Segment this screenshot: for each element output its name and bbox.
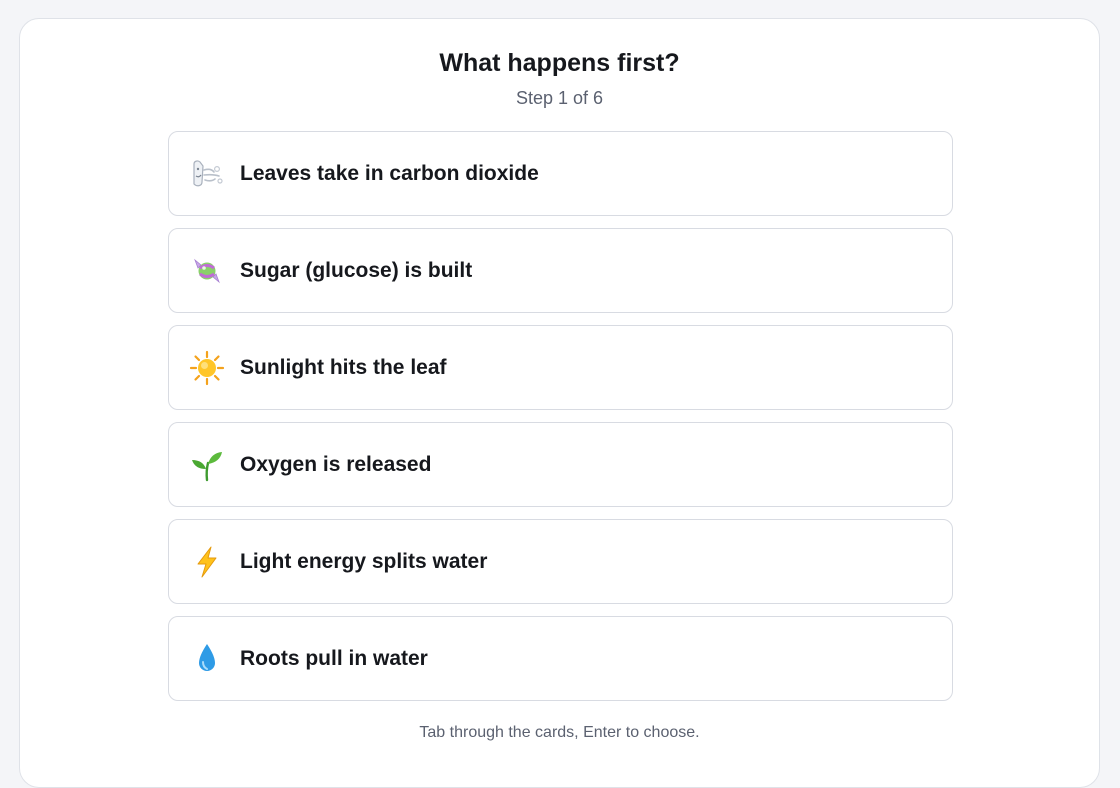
wind-face-icon (189, 156, 225, 192)
answer-card-label: Light energy splits water (240, 550, 488, 573)
question-title-emphasis: first? (617, 49, 680, 77)
lightning-bolt-icon (189, 544, 225, 580)
sun-icon (189, 350, 225, 386)
answer-card-label: Sunlight hits the leaf (240, 356, 447, 379)
question-title: What happens first? (20, 47, 1099, 79)
answer-card-carbon-dioxide[interactable]: Leaves take in carbon dioxide (168, 131, 953, 216)
answer-card-roots[interactable]: Roots pull in water (168, 616, 953, 701)
candy-icon (189, 253, 225, 289)
question-panel: What happens first? Step 1 of 6 Leaves t… (19, 18, 1100, 788)
answer-card-light-energy[interactable]: Light energy splits water (168, 519, 953, 604)
answer-card-label: Leaves take in carbon dioxide (240, 162, 539, 185)
answer-card-label: Roots pull in water (240, 647, 428, 670)
keyboard-hint: Tab through the cards, Enter to choose. (419, 724, 700, 741)
answer-card-label: Sugar (glucose) is built (240, 259, 473, 282)
seedling-icon (189, 447, 225, 483)
answer-card-sugar[interactable]: Sugar (glucose) is built (168, 228, 953, 313)
water-droplet-icon (189, 641, 225, 677)
answer-card-sunlight[interactable]: Sunlight hits the leaf (168, 325, 953, 410)
step-indicator: Step 1 of 6 (515, 88, 604, 108)
answer-card-label: Oxygen is released (240, 453, 432, 476)
answer-card-list: Leaves take in carbon dioxide Sugar (glu… (168, 131, 953, 713)
answer-card-oxygen[interactable]: Oxygen is released (168, 422, 953, 507)
question-title-prefix: What happens (439, 49, 618, 77)
